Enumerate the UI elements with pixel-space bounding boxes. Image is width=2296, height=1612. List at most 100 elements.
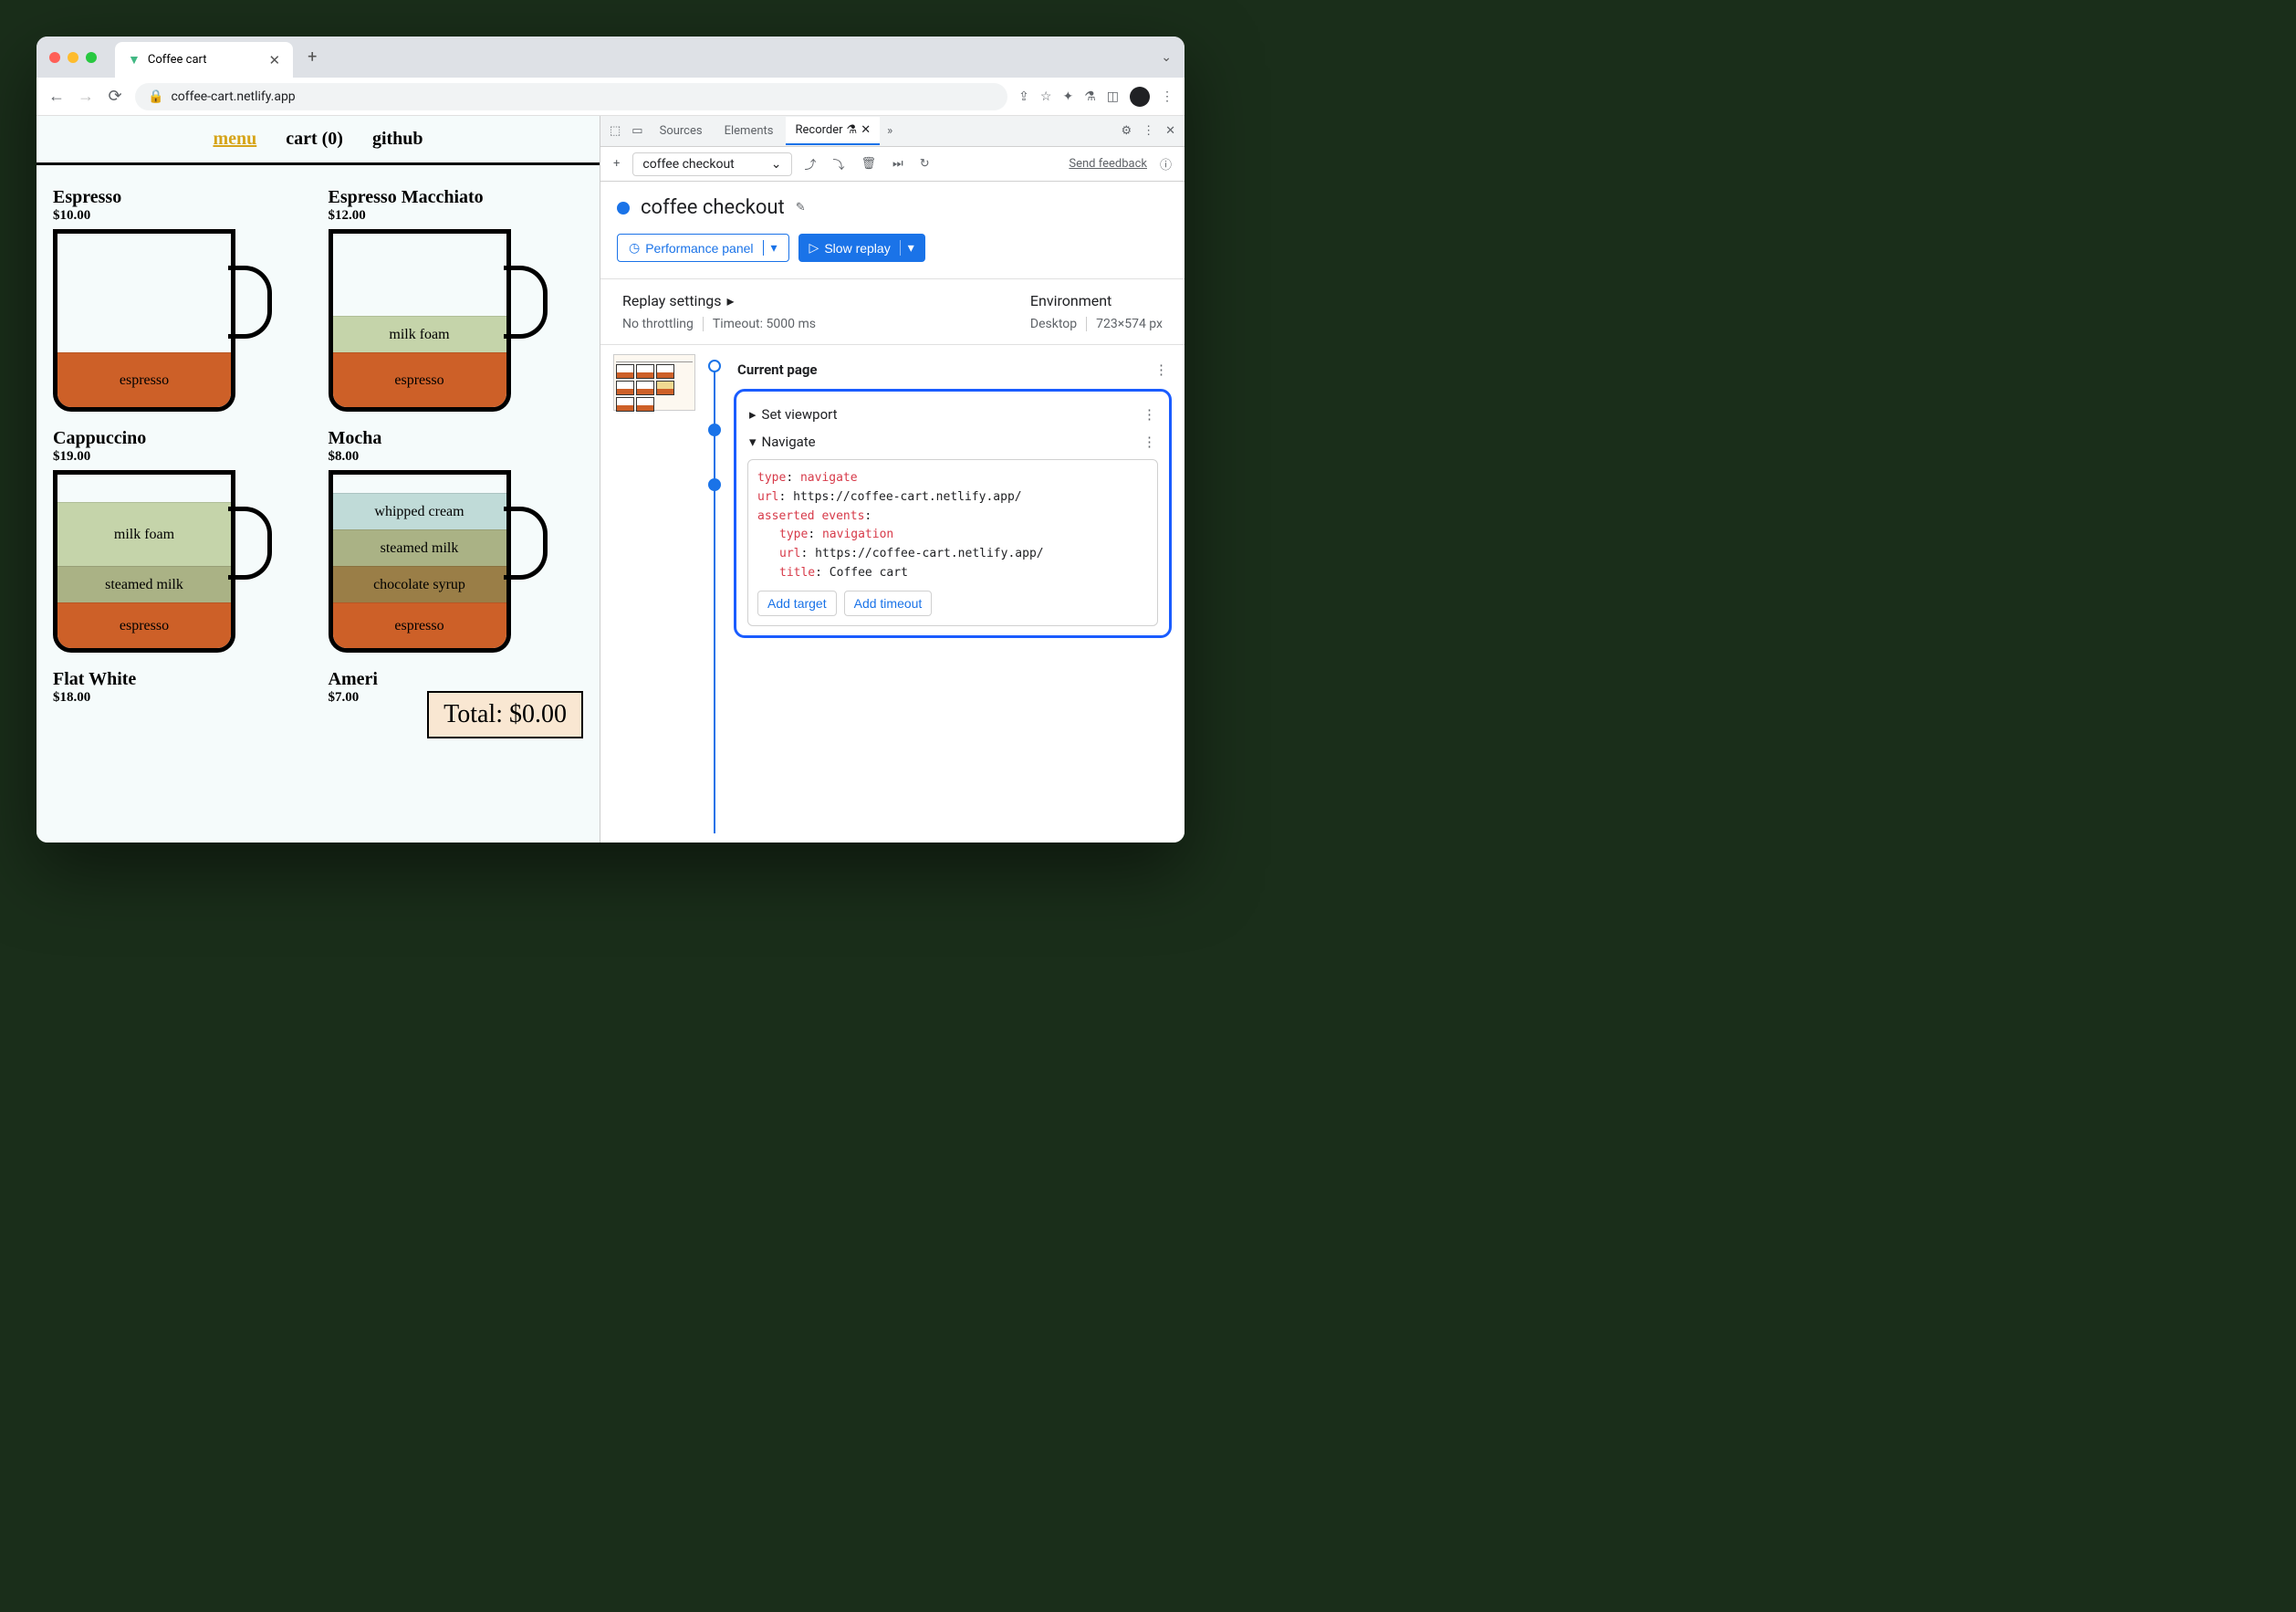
add-target-button[interactable]: Add target <box>757 591 837 616</box>
add-timeout-button[interactable]: Add timeout <box>844 591 933 616</box>
close-devtools-icon[interactable]: ✕ <box>1162 120 1179 141</box>
play-icon: ▷ <box>809 240 819 256</box>
browser-window: ▼ Coffee cart ✕ + ⌄ ← → ⟳ 🔒 coffee-cart.… <box>37 37 1185 843</box>
page-thumbnail <box>613 354 695 411</box>
tab-elements[interactable]: Elements <box>715 118 783 144</box>
tab-sources[interactable]: Sources <box>651 118 712 144</box>
more-tabs-icon[interactable]: » <box>883 120 896 141</box>
close-window-icon[interactable] <box>49 52 60 63</box>
step-menu-icon[interactable]: ⋮ <box>1143 434 1156 450</box>
kebab-icon[interactable]: ⋮ <box>1139 120 1158 141</box>
labs-icon[interactable]: ⚗ <box>1084 89 1096 104</box>
dropdown-icon[interactable]: ▾ <box>900 240 914 256</box>
close-panel-icon[interactable]: ✕ <box>861 123 871 137</box>
step-set-viewport[interactable]: ▸ Set viewport ⋮ <box>747 401 1158 428</box>
product-name: Mocha <box>329 428 584 449</box>
slow-replay-button[interactable]: ▷ Slow replay ▾ <box>798 234 925 262</box>
step-menu-icon[interactable]: ⋮ <box>1154 361 1168 378</box>
step-details: type: navigate url: https://coffee-cart.… <box>747 459 1158 626</box>
reload-icon[interactable]: ⟳ <box>106 87 124 106</box>
new-tab-icon[interactable]: + <box>308 47 317 67</box>
recording-dot-icon <box>617 202 630 215</box>
nav-github[interactable]: github <box>372 129 423 150</box>
nav-cart[interactable]: cart (0) <box>286 129 343 150</box>
browser-tab[interactable]: ▼ Coffee cart ✕ <box>115 42 293 78</box>
inspect-icon[interactable]: ⬚ <box>606 120 624 141</box>
devtools-panel: ⬚ ▭ Sources Elements Recorder ⚗ ✕ » ⚙ ⋮ … <box>600 116 1185 843</box>
timeline-dot <box>708 424 721 436</box>
steps-list: Current page ⋮ ▸ Set viewport ⋮ ▾ Naviga… <box>734 354 1172 833</box>
product-grid: Espresso $10.00 espresso Espresso Macchi… <box>37 165 600 733</box>
mug-icon: espresso <box>53 229 272 412</box>
recording-select[interactable]: coffee checkout ⌄ <box>632 152 791 176</box>
tab-recorder[interactable]: Recorder ⚗ ✕ <box>786 117 880 145</box>
minimize-window-icon[interactable] <box>68 52 78 63</box>
recording-title: coffee checkout <box>641 196 785 219</box>
product-name: Ameri <box>329 669 584 690</box>
extensions-icon[interactable]: ✦ <box>1062 89 1073 104</box>
dropdown-icon[interactable]: ▾ <box>763 240 778 256</box>
recorder-settings: Replay settings ▸ No throttling Timeout:… <box>600 278 1185 345</box>
delete-icon[interactable]: 🗑 <box>858 153 881 174</box>
step-current-page[interactable]: Current page ⋮ <box>734 354 1172 385</box>
sidepanel-icon[interactable]: ◫ <box>1107 89 1119 104</box>
layer-whip: whipped cream <box>333 493 506 529</box>
chevron-down-icon: ▾ <box>749 434 757 450</box>
gauge-icon: ◷ <box>629 240 640 256</box>
add-recording-icon[interactable]: + <box>610 153 623 174</box>
edit-title-icon[interactable]: ✎ <box>796 201 806 215</box>
product-macchiato[interactable]: Espresso Macchiato $12.00 milk foam espr… <box>329 187 584 412</box>
mug-icon: whipped cream steamed milk chocolate syr… <box>329 470 548 653</box>
content-area: menu cart (0) github Espresso $10.00 esp… <box>37 116 1185 843</box>
flask-icon: ⚗ <box>847 123 858 137</box>
mug-icon: milk foam espresso <box>329 229 548 412</box>
settings-icon[interactable]: ⚙ <box>1117 120 1135 141</box>
bookmark-icon[interactable]: ☆ <box>1040 89 1052 104</box>
url-text: coffee-cart.netlify.app <box>171 89 295 104</box>
product-price: $10.00 <box>53 208 308 224</box>
step-menu-icon[interactable]: ⋮ <box>1143 406 1156 423</box>
step-navigate[interactable]: ▾ Navigate ⋮ <box>747 428 1158 455</box>
product-price: $18.00 <box>53 690 308 706</box>
timeline-dot <box>708 360 721 372</box>
layer-espresso: espresso <box>57 352 231 407</box>
tabs-dropdown-icon[interactable]: ⌄ <box>1161 50 1172 65</box>
product-flatwhite[interactable]: Flat White $18.00 <box>53 669 308 711</box>
titlebar: ▼ Coffee cart ✕ + ⌄ <box>37 37 1185 78</box>
product-name: Cappuccino <box>53 428 308 449</box>
close-tab-icon[interactable]: ✕ <box>269 52 281 68</box>
maximize-window-icon[interactable] <box>86 52 97 63</box>
profile-avatar-icon[interactable] <box>1130 87 1150 107</box>
address-bar: ← → ⟳ 🔒 coffee-cart.netlify.app ⇪ ☆ ✦ ⚗ … <box>37 78 1185 116</box>
coffee-page: menu cart (0) github Espresso $10.00 esp… <box>37 116 600 843</box>
chevron-right-icon: ▸ <box>749 406 757 423</box>
recorder-toolbar: + coffee checkout ⌄ ⤴ ⤵ 🗑 ⏭ ↻ Send feedb… <box>600 147 1185 182</box>
nav-menu[interactable]: menu <box>213 129 256 150</box>
devtools-tabs: ⬚ ▭ Sources Elements Recorder ⚗ ✕ » ⚙ ⋮ … <box>600 116 1185 147</box>
timeline-track <box>701 354 728 833</box>
import-icon[interactable]: ⤵ <box>830 152 849 176</box>
product-price: $12.00 <box>329 208 584 224</box>
mug-icon: milk foam steamed milk espresso <box>53 470 272 653</box>
performance-panel-button[interactable]: ◷ Performance panel ▾ <box>617 234 789 262</box>
back-icon[interactable]: ← <box>47 87 66 106</box>
step-icon[interactable]: ⏭ <box>889 153 907 174</box>
product-mocha[interactable]: Mocha $8.00 whipped cream steamed milk c… <box>329 428 584 653</box>
replay-icon[interactable]: ↻ <box>916 153 934 174</box>
device-icon[interactable]: ▭ <box>628 120 646 141</box>
forward-icon[interactable]: → <box>77 87 95 106</box>
menu-icon[interactable]: ⋮ <box>1161 89 1174 104</box>
product-espresso[interactable]: Espresso $10.00 espresso <box>53 187 308 412</box>
export-icon[interactable]: ⤴ <box>801 152 820 176</box>
chevron-right-icon: ▸ <box>727 292 735 309</box>
timeline-dot <box>708 478 721 491</box>
timeout-value: Timeout: 5000 ms <box>713 317 816 331</box>
product-cappuccino[interactable]: Cappuccino $19.00 milk foam steamed milk… <box>53 428 308 653</box>
replay-settings-header[interactable]: Replay settings ▸ <box>622 292 994 309</box>
url-field[interactable]: 🔒 coffee-cart.netlify.app <box>135 83 1007 110</box>
layer-steamed: steamed milk <box>333 529 506 566</box>
help-icon[interactable]: ⓘ <box>1156 152 1175 176</box>
cart-total[interactable]: Total: $0.00 <box>427 691 583 738</box>
share-icon[interactable]: ⇪ <box>1018 89 1029 104</box>
feedback-link[interactable]: Send feedback <box>1069 157 1147 171</box>
